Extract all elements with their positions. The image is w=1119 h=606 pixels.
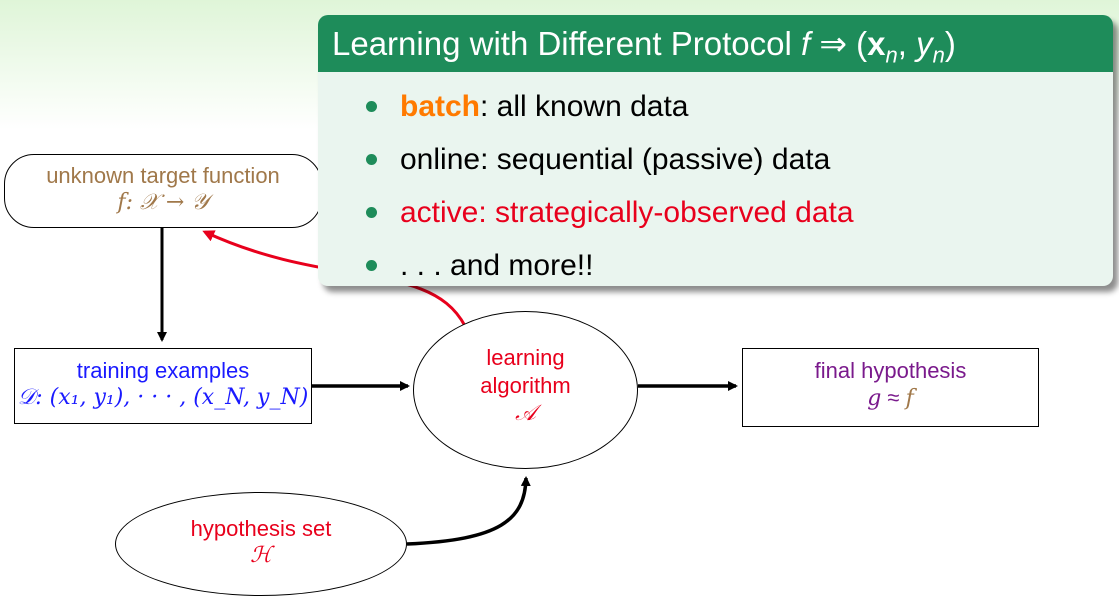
final-math-g: g	[867, 386, 882, 411]
callout-title-x: x	[867, 25, 886, 62]
item-text-online: online: sequential (passive) data	[400, 143, 831, 176]
slide: unknown target function f: 𝒳 → 𝒴 trainin…	[0, 0, 1119, 606]
protocol-callout-box: Learning with Different Protocol f ⇒ (xn…	[318, 15, 1113, 286]
callout-title-xsub: n	[885, 42, 898, 68]
algorithm-line2: algorithm	[480, 373, 571, 398]
bullet-icon	[366, 101, 377, 112]
item-text-more: . . . and more!!	[400, 249, 594, 282]
node-unknown-target-function: unknown target function f: 𝒳 → 𝒴	[4, 154, 322, 228]
bullet-icon	[366, 260, 377, 271]
algorithm-line1: learning	[486, 345, 565, 370]
list-item-batch: batch: all known data	[318, 80, 1113, 133]
training-label: training examples	[76, 358, 250, 383]
keyword-batch: batch	[400, 90, 481, 123]
hypothesis-label: hypothesis set	[190, 516, 332, 541]
protocol-list: batch: all known data online: sequential…	[318, 72, 1113, 286]
hypothesis-math: ℋ	[250, 543, 272, 568]
algorithm-math: 𝒜	[515, 401, 536, 426]
callout-title-arrow: ⇒ (	[810, 25, 868, 62]
final-math-f: f	[905, 386, 914, 411]
node-hypothesis-set: hypothesis set ℋ	[115, 492, 407, 596]
final-label: final hypothesis	[814, 358, 967, 383]
node-final-hypothesis: final hypothesis g ≈ f	[742, 348, 1039, 427]
list-item-more: . . . and more!!	[318, 239, 1113, 286]
final-math-op: ≈	[881, 385, 906, 410]
node-training-examples: training examples 𝒟: (x₁, y₁), · · · , (…	[14, 348, 312, 424]
callout-title-y: y	[916, 25, 933, 62]
callout-title-comma: ,	[897, 25, 917, 62]
item-text-batch: : all known data	[480, 90, 689, 123]
list-item-active: active: strategically-observed data	[318, 186, 1113, 239]
bullet-icon	[366, 207, 377, 218]
callout-title-text: Learning with Different Protocol	[332, 25, 801, 62]
bullet-icon	[366, 154, 377, 165]
callout-title-f: f	[800, 25, 811, 62]
callout-title-ysub: n	[932, 42, 945, 68]
callout-title-close: )	[944, 25, 956, 62]
training-math: 𝒟: (x₁, y₁), · · · , (x_N, y_N)	[17, 385, 309, 410]
target-math: f: 𝒳 → 𝒴	[117, 190, 209, 215]
target-label: unknown target function	[46, 163, 280, 188]
callout-title: Learning with Different Protocol f ⇒ (xn…	[318, 15, 1113, 72]
final-math: g ≈ f	[743, 384, 1038, 412]
item-text-active: active: strategically-observed data	[400, 196, 854, 229]
node-learning-algorithm: learning algorithm 𝒜	[413, 311, 638, 469]
list-item-online: online: sequential (passive) data	[318, 133, 1113, 186]
arrow-hypothesis-to-algorithm	[406, 476, 531, 546]
